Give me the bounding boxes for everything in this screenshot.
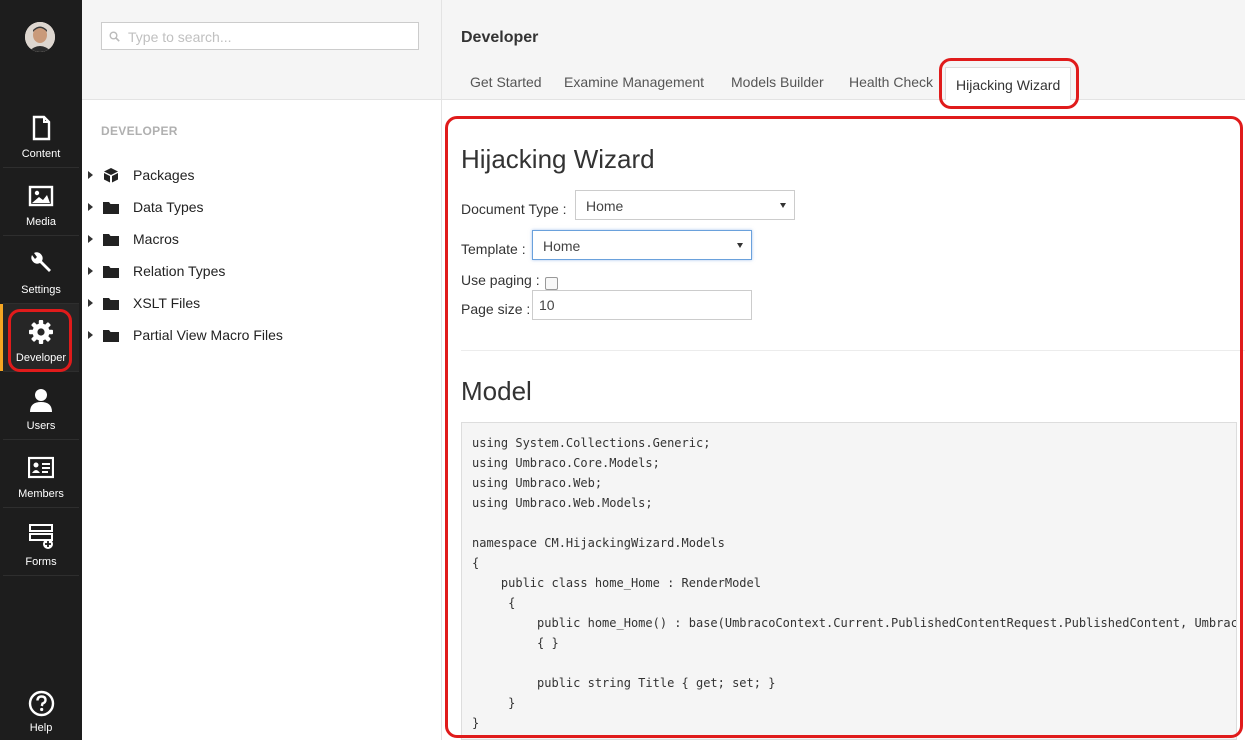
forms-icon bbox=[29, 524, 53, 549]
package-icon bbox=[104, 168, 118, 183]
section-label: Settings bbox=[21, 284, 61, 296]
section-settings[interactable]: Settings bbox=[3, 236, 79, 304]
tab-models-builder[interactable]: Models Builder bbox=[731, 74, 824, 100]
tree-item-relation-types[interactable]: Relation Types bbox=[82, 257, 441, 287]
document-icon bbox=[32, 115, 51, 141]
page-title: Developer bbox=[461, 29, 539, 46]
help-icon bbox=[28, 690, 55, 717]
tree-item-label: XSLT Files bbox=[133, 295, 201, 311]
tab-get-started[interactable]: Get Started bbox=[470, 74, 542, 100]
tree-item-xslt-files[interactable]: XSLT Files bbox=[82, 289, 441, 319]
folder-icon bbox=[103, 234, 119, 246]
id-card-icon bbox=[28, 456, 54, 479]
tree-item-label: Partial View Macro Files bbox=[133, 327, 283, 343]
section-label: Media bbox=[26, 216, 56, 228]
section-label: Members bbox=[18, 488, 64, 500]
search-icon bbox=[109, 31, 120, 42]
folder-icon bbox=[103, 330, 119, 342]
expand-caret-icon[interactable] bbox=[88, 299, 93, 307]
tree-item-label: Relation Types bbox=[133, 263, 226, 279]
section-media[interactable]: Media bbox=[3, 168, 79, 236]
expand-caret-icon[interactable] bbox=[88, 203, 93, 211]
folder-icon bbox=[103, 298, 119, 310]
help-button[interactable]: Help bbox=[3, 685, 79, 740]
section-label: Forms bbox=[25, 556, 57, 568]
folder-icon bbox=[103, 202, 119, 214]
section-users[interactable]: Users bbox=[3, 372, 79, 440]
tree-item-partial-view-macro-files[interactable]: Partial View Macro Files bbox=[82, 321, 441, 351]
main-header: Developer Get Started Examine Management… bbox=[442, 0, 1245, 100]
tree-item-packages[interactable]: Packages bbox=[82, 161, 441, 191]
search-input[interactable] bbox=[126, 26, 410, 48]
tree-panel: DEVELOPER Packages Data Types Macros Rel… bbox=[82, 0, 442, 740]
app-sidebar: Content Media Settings Developer Users M… bbox=[0, 0, 82, 740]
tab-examine-management[interactable]: Examine Management bbox=[564, 74, 704, 100]
section-label: Content bbox=[21, 148, 61, 160]
tree-item-label: Packages bbox=[133, 167, 195, 183]
user-icon bbox=[30, 389, 52, 412]
section-members[interactable]: Members bbox=[3, 440, 79, 508]
search-box[interactable] bbox=[101, 22, 419, 50]
content-highlight bbox=[445, 116, 1243, 738]
expand-caret-icon[interactable] bbox=[88, 331, 93, 339]
tab-health-check[interactable]: Health Check bbox=[849, 74, 933, 100]
section-forms[interactable]: Forms bbox=[3, 508, 79, 576]
folder-icon bbox=[103, 266, 119, 278]
user-avatar[interactable] bbox=[25, 22, 55, 52]
section-content[interactable]: Content bbox=[3, 100, 79, 168]
tree-section-title: DEVELOPER bbox=[101, 124, 178, 138]
tree-item-macros[interactable]: Macros bbox=[82, 225, 441, 255]
expand-caret-icon[interactable] bbox=[88, 235, 93, 243]
image-icon bbox=[28, 185, 54, 207]
tab-highlight bbox=[939, 58, 1079, 109]
tree-item-label: Data Types bbox=[133, 199, 204, 215]
tree-header bbox=[82, 0, 441, 100]
wrench-icon bbox=[31, 252, 51, 272]
main-panel: Developer Get Started Examine Management… bbox=[442, 0, 1245, 740]
expand-caret-icon[interactable] bbox=[88, 267, 93, 275]
tree-item-data-types[interactable]: Data Types bbox=[82, 193, 441, 223]
section-label: Users bbox=[26, 420, 56, 432]
expand-caret-icon[interactable] bbox=[88, 171, 93, 179]
help-label: Help bbox=[29, 722, 53, 734]
developer-highlight bbox=[8, 309, 72, 372]
tree-item-label: Macros bbox=[133, 231, 179, 247]
